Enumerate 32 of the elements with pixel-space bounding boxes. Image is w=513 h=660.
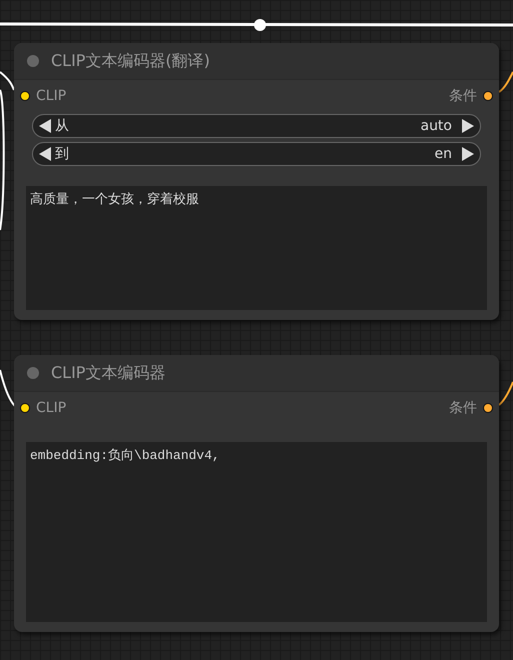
combo-widget[interactable]: 从 auto — [32, 114, 481, 138]
input-slot-dot[interactable] — [20, 403, 30, 413]
prompt-field[interactable]: 高质量，一个女孩，穿着校服 — [26, 186, 487, 310]
input-label: CLIP — [36, 88, 66, 104]
output-slot-dot[interactable] — [483, 91, 493, 101]
collapse-dot-icon[interactable] — [27, 55, 39, 67]
combo-label: 到 — [55, 145, 70, 163]
node-title: CLIP文本编码器(翻译) — [51, 50, 210, 72]
wire — [498, 72, 513, 93]
combo-value: en — [434, 146, 452, 162]
combo-widget[interactable]: 到 en — [32, 142, 481, 166]
combo-value: auto — [420, 118, 452, 134]
node-title: CLIP文本编码器 — [51, 362, 166, 384]
right-arrow-icon[interactable] — [462, 119, 474, 133]
right-arrow-icon[interactable] — [462, 147, 474, 161]
input-label: CLIP — [36, 400, 66, 416]
input-slot-dot[interactable] — [20, 91, 30, 101]
wire — [0, 370, 17, 408]
reroute-dot[interactable] — [254, 19, 266, 31]
left-arrow-icon[interactable] — [39, 147, 51, 161]
left-arrow-icon[interactable] — [39, 119, 51, 133]
output-label: 条件 — [449, 87, 477, 105]
node-title-bar[interactable]: CLIP文本编码器 — [14, 355, 499, 392]
prompt-field[interactable]: embedding:负向\badhandv4, — [26, 442, 487, 622]
node-card[interactable]: CLIP文本编码器 CLIP 条件 embedding:负向\badhandv4, — [14, 355, 499, 632]
combo-label: 从 — [55, 117, 70, 135]
node-card[interactable]: CLIP文本编码器(翻译) CLIP 条件 从 auto 到 en 高质量，一个女孩，穿着校服 — [14, 43, 499, 320]
output-label: 条件 — [449, 399, 477, 417]
output-slot-dot[interactable] — [483, 403, 493, 413]
node-title-bar[interactable]: CLIP文本编码器(翻译) — [14, 43, 499, 80]
wire — [498, 382, 513, 406]
collapse-dot-icon[interactable] — [27, 367, 39, 379]
